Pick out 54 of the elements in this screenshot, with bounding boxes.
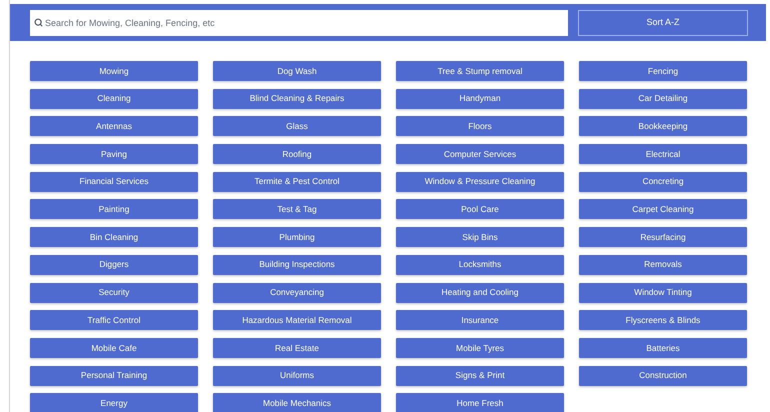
category-button[interactable]: Flyscreens & Blinds <box>579 310 747 330</box>
category-button[interactable]: Blind Cleaning & Repairs <box>213 88 381 109</box>
category-button[interactable]: Paving <box>30 144 198 164</box>
category-button[interactable]: Real Estate <box>213 338 381 358</box>
search-field[interactable]: Search for Mowing, Cleaning, Fencing, etc <box>30 10 568 36</box>
category-button[interactable]: Concreting <box>579 172 747 192</box>
category-button[interactable]: Personal Training <box>30 366 198 386</box>
category-button[interactable]: Mobile Tyres <box>396 338 564 358</box>
category-button[interactable]: Tree & Stump removal <box>396 61 564 81</box>
category-button[interactable]: Roofing <box>213 144 381 164</box>
category-button[interactable]: Painting <box>30 199 198 220</box>
sort-button[interactable]: Sort A-Z <box>578 10 748 36</box>
category-button[interactable]: Locksmiths <box>396 254 564 275</box>
category-button[interactable]: Energy <box>30 393 198 412</box>
category-button[interactable]: Diggers <box>30 254 198 275</box>
category-button[interactable]: Skip Bins <box>396 227 564 248</box>
category-button[interactable]: Home Fresh <box>396 393 564 412</box>
category-button[interactable]: Cleaning <box>30 88 198 109</box>
category-button[interactable]: Conveyancing <box>213 282 381 302</box>
category-button[interactable]: Traffic Control <box>30 310 198 330</box>
category-button[interactable]: Pool Care <box>396 199 564 220</box>
category-button[interactable]: Mowing <box>30 61 198 81</box>
category-button[interactable]: Signs & Print <box>396 366 564 386</box>
category-button[interactable]: Car Detailing <box>579 88 747 109</box>
category-button[interactable]: Bookkeeping <box>579 116 747 136</box>
search-icon <box>34 18 43 27</box>
category-button[interactable]: Window Tinting <box>579 282 747 302</box>
category-button[interactable]: Window & Pressure Cleaning <box>396 172 564 192</box>
category-button[interactable]: Removals <box>579 254 747 275</box>
category-button[interactable]: Mobile Mechanics <box>213 393 381 412</box>
category-button[interactable]: Construction <box>579 366 747 386</box>
category-button[interactable]: Antennas <box>30 116 198 136</box>
category-button[interactable]: Financial Services <box>30 172 198 192</box>
category-button[interactable]: Termite & Pest Control <box>213 172 381 192</box>
category-button[interactable]: Batteries <box>579 338 747 358</box>
category-button[interactable]: Fencing <box>579 61 747 81</box>
category-button[interactable]: Floors <box>396 116 564 136</box>
category-button[interactable]: Resurfacing <box>579 227 747 248</box>
category-button[interactable]: Handyman <box>396 88 564 109</box>
category-button[interactable]: Carpet Cleaning <box>579 199 747 220</box>
category-button[interactable]: Glass <box>213 116 381 136</box>
category-button[interactable]: Computer Services <box>396 144 564 164</box>
category-button[interactable]: Dog Wash <box>213 61 381 81</box>
category-button[interactable]: Uniforms <box>213 366 381 386</box>
category-button[interactable]: Bin Cleaning <box>30 227 198 248</box>
category-button[interactable]: Heating and Cooling <box>396 282 564 302</box>
category-button[interactable]: Plumbing <box>213 227 381 248</box>
category-button[interactable]: Mobile Cafe <box>30 338 198 358</box>
category-button[interactable]: Hazardous Material Removal <box>213 310 381 330</box>
category-button[interactable]: Test & Tag <box>213 199 381 220</box>
category-button[interactable]: Insurance <box>396 310 564 330</box>
category-button[interactable]: Electrical <box>579 144 747 164</box>
category-button[interactable]: Building Inspections <box>213 254 381 275</box>
category-button[interactable]: Security <box>30 282 198 302</box>
